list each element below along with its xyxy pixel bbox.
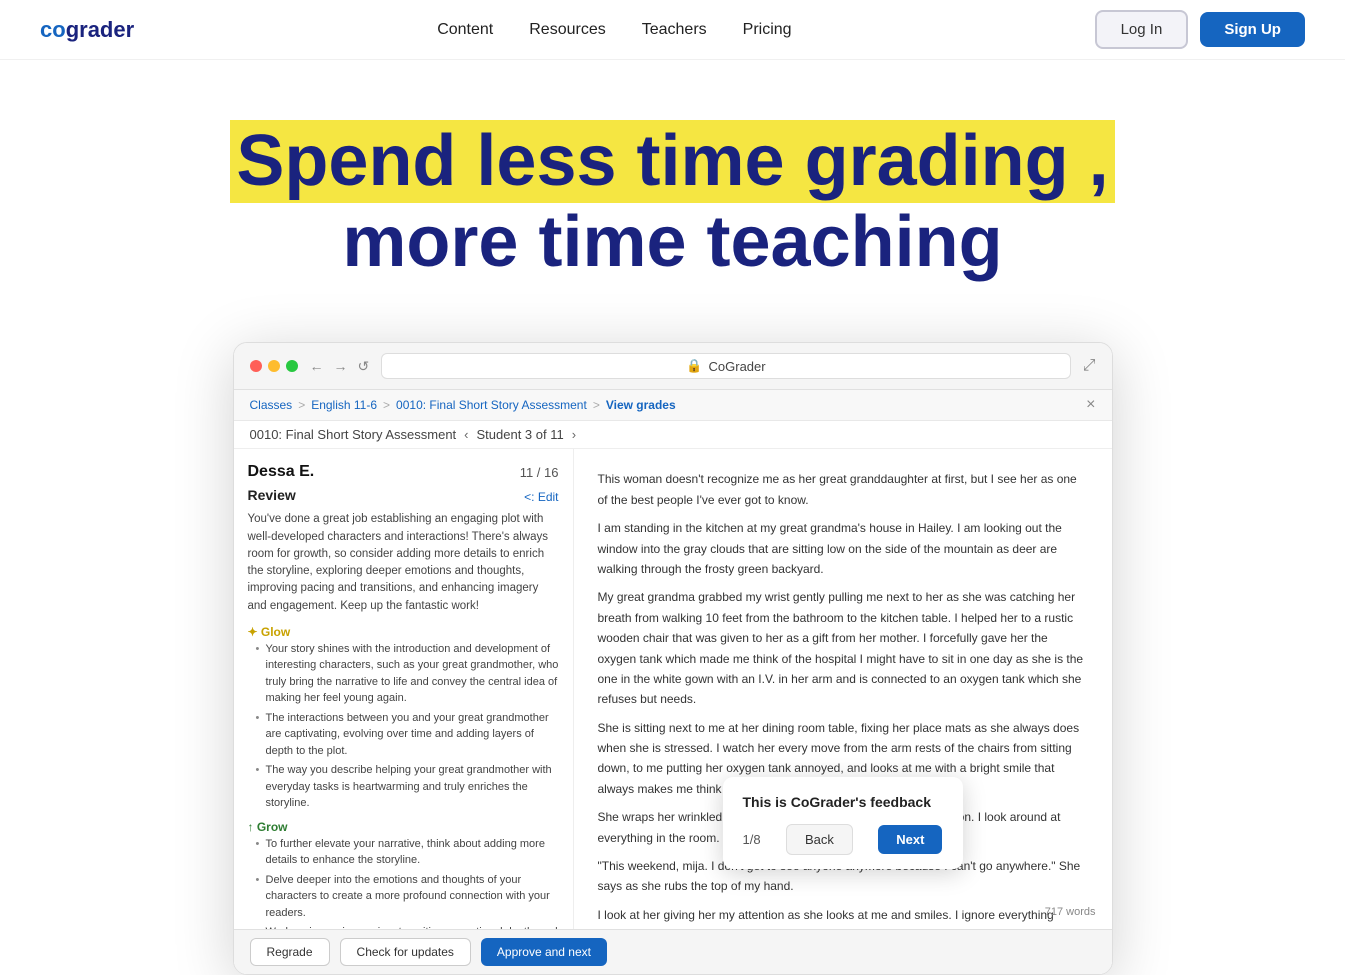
browser-refresh-icon[interactable]: ↺ [358, 358, 370, 375]
nav-pricing[interactable]: Pricing [743, 21, 792, 39]
breadcrumb-sep1: > [298, 398, 305, 412]
nav-resources[interactable]: Resources [529, 21, 605, 39]
lock-icon: 🔒 [686, 358, 702, 374]
word-count: 717 words [1045, 903, 1096, 922]
navbar: cograder Content Resources Teachers Pric… [0, 0, 1345, 60]
review-title: Review [248, 487, 296, 503]
browser-url-bar[interactable]: 🔒 CoGrader [381, 353, 1070, 379]
app-main: Dessa E. 11 / 16 Review <: Edit You've d… [234, 449, 1112, 929]
grow-bullet-1: To further elevate your narrative, think… [256, 836, 559, 869]
grow-category: ↑ Grow [248, 820, 559, 834]
logo[interactable]: cograder [40, 17, 134, 43]
glow-bullets: Your story shines with the introduction … [248, 641, 559, 812]
tooltip-page: 1/8 [743, 829, 761, 851]
hero-section: Spend less time grading , more time teac… [0, 60, 1345, 312]
url-text: CoGrader [709, 359, 766, 374]
hero-title: Spend less time grading , more time teac… [223, 120, 1123, 282]
essay-para-1: This woman doesn't recognize me as her g… [598, 469, 1088, 510]
breadcrumb-assignment[interactable]: 0010: Final Short Story Assessment [396, 398, 587, 412]
nav-teachers[interactable]: Teachers [642, 21, 707, 39]
student-bar: 0010: Final Short Story Assessment ‹ Stu… [234, 421, 1112, 449]
breadcrumb-sep3: > [593, 398, 600, 412]
review-text: You've done a great job establishing an … [248, 511, 559, 615]
essay-para-2: I am standing in the kitchen at my great… [598, 518, 1088, 579]
app-topbar: Classes > English 11-6 > 0010: Final Sho… [234, 390, 1112, 421]
browser-expand-icon[interactable]: ⤢ [1083, 357, 1096, 375]
student-indicator: Student 3 of 11 [477, 427, 564, 442]
tooltip-title: This is CoGrader's feedback [743, 791, 943, 815]
hero-line1: Spend less time grading , [230, 120, 1114, 203]
grow-bullets: To further elevate your narrative, think… [248, 836, 559, 930]
nav-actions: Log In Sign Up [1095, 10, 1305, 49]
glow-label: ✦ Glow [248, 625, 291, 639]
feedback-tooltip: This is CoGrader's feedback 1/8 Back Nex… [723, 777, 963, 870]
login-button[interactable]: Log In [1095, 10, 1189, 49]
student-next-arrow[interactable]: › [572, 427, 576, 442]
signup-button[interactable]: Sign Up [1200, 12, 1305, 47]
breadcrumb-view-grades[interactable]: View grades [606, 398, 676, 412]
close-button[interactable]: × [1086, 396, 1095, 414]
browser-back-icon[interactable]: ← [310, 358, 324, 375]
glow-category: ✦ Glow [248, 625, 559, 639]
app-bottom-bar: Regrade Check for updates Approve and ne… [234, 929, 1112, 974]
glow-bullet-2: The interactions between you and your gr… [256, 710, 559, 760]
student-prev-arrow[interactable]: ‹ [464, 427, 468, 442]
browser-dot-red[interactable] [250, 360, 262, 372]
app-content: Classes > English 11-6 > 0010: Final Sho… [234, 390, 1112, 974]
hero-line2: more time teaching [223, 203, 1123, 282]
breadcrumb-english[interactable]: English 11-6 [311, 398, 377, 412]
breadcrumb-classes[interactable]: Classes [250, 398, 293, 412]
logo-grader: grader [66, 17, 134, 42]
check-updates-button[interactable]: Check for updates [340, 938, 471, 966]
edit-button[interactable]: <: Edit [524, 490, 558, 504]
feedback-header: Dessa E. 11 / 16 [248, 463, 559, 481]
logo-co: co [40, 17, 66, 42]
essay-para-7: I look at her giving her my attention as… [598, 905, 1088, 930]
student-name: Dessa E. [248, 463, 315, 481]
grow-bullet-3: Work on improving pacing, transitions, e… [256, 924, 559, 929]
browser-dot-yellow[interactable] [268, 360, 280, 372]
regrade-button[interactable]: Regrade [250, 938, 330, 966]
browser-dot-green[interactable] [286, 360, 298, 372]
grow-label: ↑ Grow [248, 820, 288, 834]
student-score: 11 / 16 [520, 465, 559, 480]
browser-forward-icon[interactable]: → [334, 358, 348, 375]
nav-content[interactable]: Content [437, 21, 493, 39]
essay-panel: This woman doesn't recognize me as her g… [574, 449, 1112, 929]
nav-links: Content Resources Teachers Pricing [437, 21, 791, 39]
grow-bullet-2: Delve deeper into the emotions and thoug… [256, 872, 559, 922]
approve-next-button[interactable]: Approve and next [481, 938, 607, 966]
glow-bullet-3: The way you describe helping your great … [256, 762, 559, 812]
essay-para-3: My great grandma grabbed my wrist gently… [598, 587, 1088, 709]
browser-bar: ← → ↺ 🔒 CoGrader ⤢ [234, 343, 1112, 390]
feedback-panel: Dessa E. 11 / 16 Review <: Edit You've d… [234, 449, 574, 929]
tooltip-back-button[interactable]: Back [786, 824, 853, 855]
tooltip-nav: 1/8 Back Next [743, 824, 943, 855]
browser-dots [250, 360, 298, 372]
glow-bullet-1: Your story shines with the introduction … [256, 641, 559, 707]
tooltip-next-button[interactable]: Next [878, 825, 942, 854]
browser-mockup: ← → ↺ 🔒 CoGrader ⤢ Classes > English 11-… [233, 342, 1113, 975]
browser-nav: ← → ↺ [310, 358, 370, 375]
breadcrumb-sep2: > [383, 398, 390, 412]
assignment-label: 0010: Final Short Story Assessment [250, 427, 457, 442]
